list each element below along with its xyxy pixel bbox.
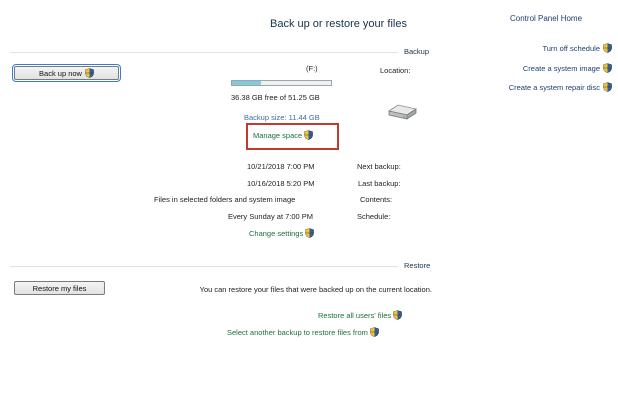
restore-all-users-label: Restore all users' files [318, 310, 392, 320]
create-repair-disc-label: Create a system repair disc [508, 82, 600, 92]
page-title: Back up or restore your files [270, 18, 407, 30]
shield-icon [393, 310, 402, 320]
restore-section-divider [10, 266, 398, 267]
task-pane: Control Panel Home Turn off schedule Cre… [488, 0, 618, 394]
backup-size-text: Backup size: 11.44 GB [244, 113, 320, 122]
restore-my-files-label: Restore my files [32, 283, 87, 293]
change-settings-label: Change settings [249, 228, 304, 238]
schedule-label: Schedule: [357, 212, 391, 221]
create-system-image-label: Create a system image [522, 63, 600, 73]
shield-icon [85, 68, 94, 78]
last-backup-value: 10/16/2018 5:20 PM [247, 179, 315, 188]
shield-icon [304, 130, 313, 140]
restore-my-files-button[interactable]: Restore my files [14, 281, 105, 295]
back-up-now-label: Back up now [39, 68, 82, 78]
turn-off-schedule-label: Turn off schedule [542, 43, 600, 53]
shield-icon [603, 63, 612, 73]
select-another-backup-link[interactable]: Select another backup to restore files f… [227, 327, 379, 337]
disk-space-fill [232, 81, 261, 85]
backup-section-divider [10, 52, 398, 53]
restore-section-header: Restore [404, 261, 431, 270]
shield-icon [370, 327, 379, 337]
shield-icon [603, 82, 612, 92]
contents-label: Contents: [360, 195, 393, 204]
next-backup-label: Next backup: [357, 162, 401, 171]
turn-off-schedule-link[interactable]: Turn off schedule [488, 41, 618, 55]
create-repair-disc-link[interactable]: Create a system repair disc [488, 80, 618, 94]
manage-space-link[interactable]: Manage space [253, 130, 313, 140]
shield-icon [305, 228, 314, 238]
location-label: Location: [380, 66, 411, 75]
disk-space-bar [231, 80, 332, 86]
restore-description: You can restore your files that were bac… [199, 285, 432, 294]
backup-section-header: Backup [404, 47, 430, 56]
back-up-now-button[interactable]: Back up now [12, 64, 121, 82]
next-backup-value: 10/21/2018 7:00 PM [247, 162, 315, 171]
create-system-image-link[interactable]: Create a system image [488, 61, 618, 75]
restore-all-users-link[interactable]: Restore all users' files [318, 310, 402, 320]
shield-icon [603, 43, 612, 53]
disk-space-text: 36.38 GB free of 51.25 GB [231, 93, 320, 102]
location-value: (F:) [306, 64, 318, 73]
change-settings-link[interactable]: Change settings [249, 228, 314, 238]
last-backup-label: Last backup: [358, 179, 401, 188]
contents-value: Files in selected folders and system ima… [154, 195, 296, 204]
control-panel-home-link[interactable]: Control Panel Home [510, 14, 582, 23]
manage-space-label: Manage space [253, 130, 303, 140]
drive-icon [387, 104, 418, 120]
schedule-value: Every Sunday at 7:00 PM [228, 212, 314, 221]
select-another-backup-label: Select another backup to restore files f… [227, 327, 368, 337]
